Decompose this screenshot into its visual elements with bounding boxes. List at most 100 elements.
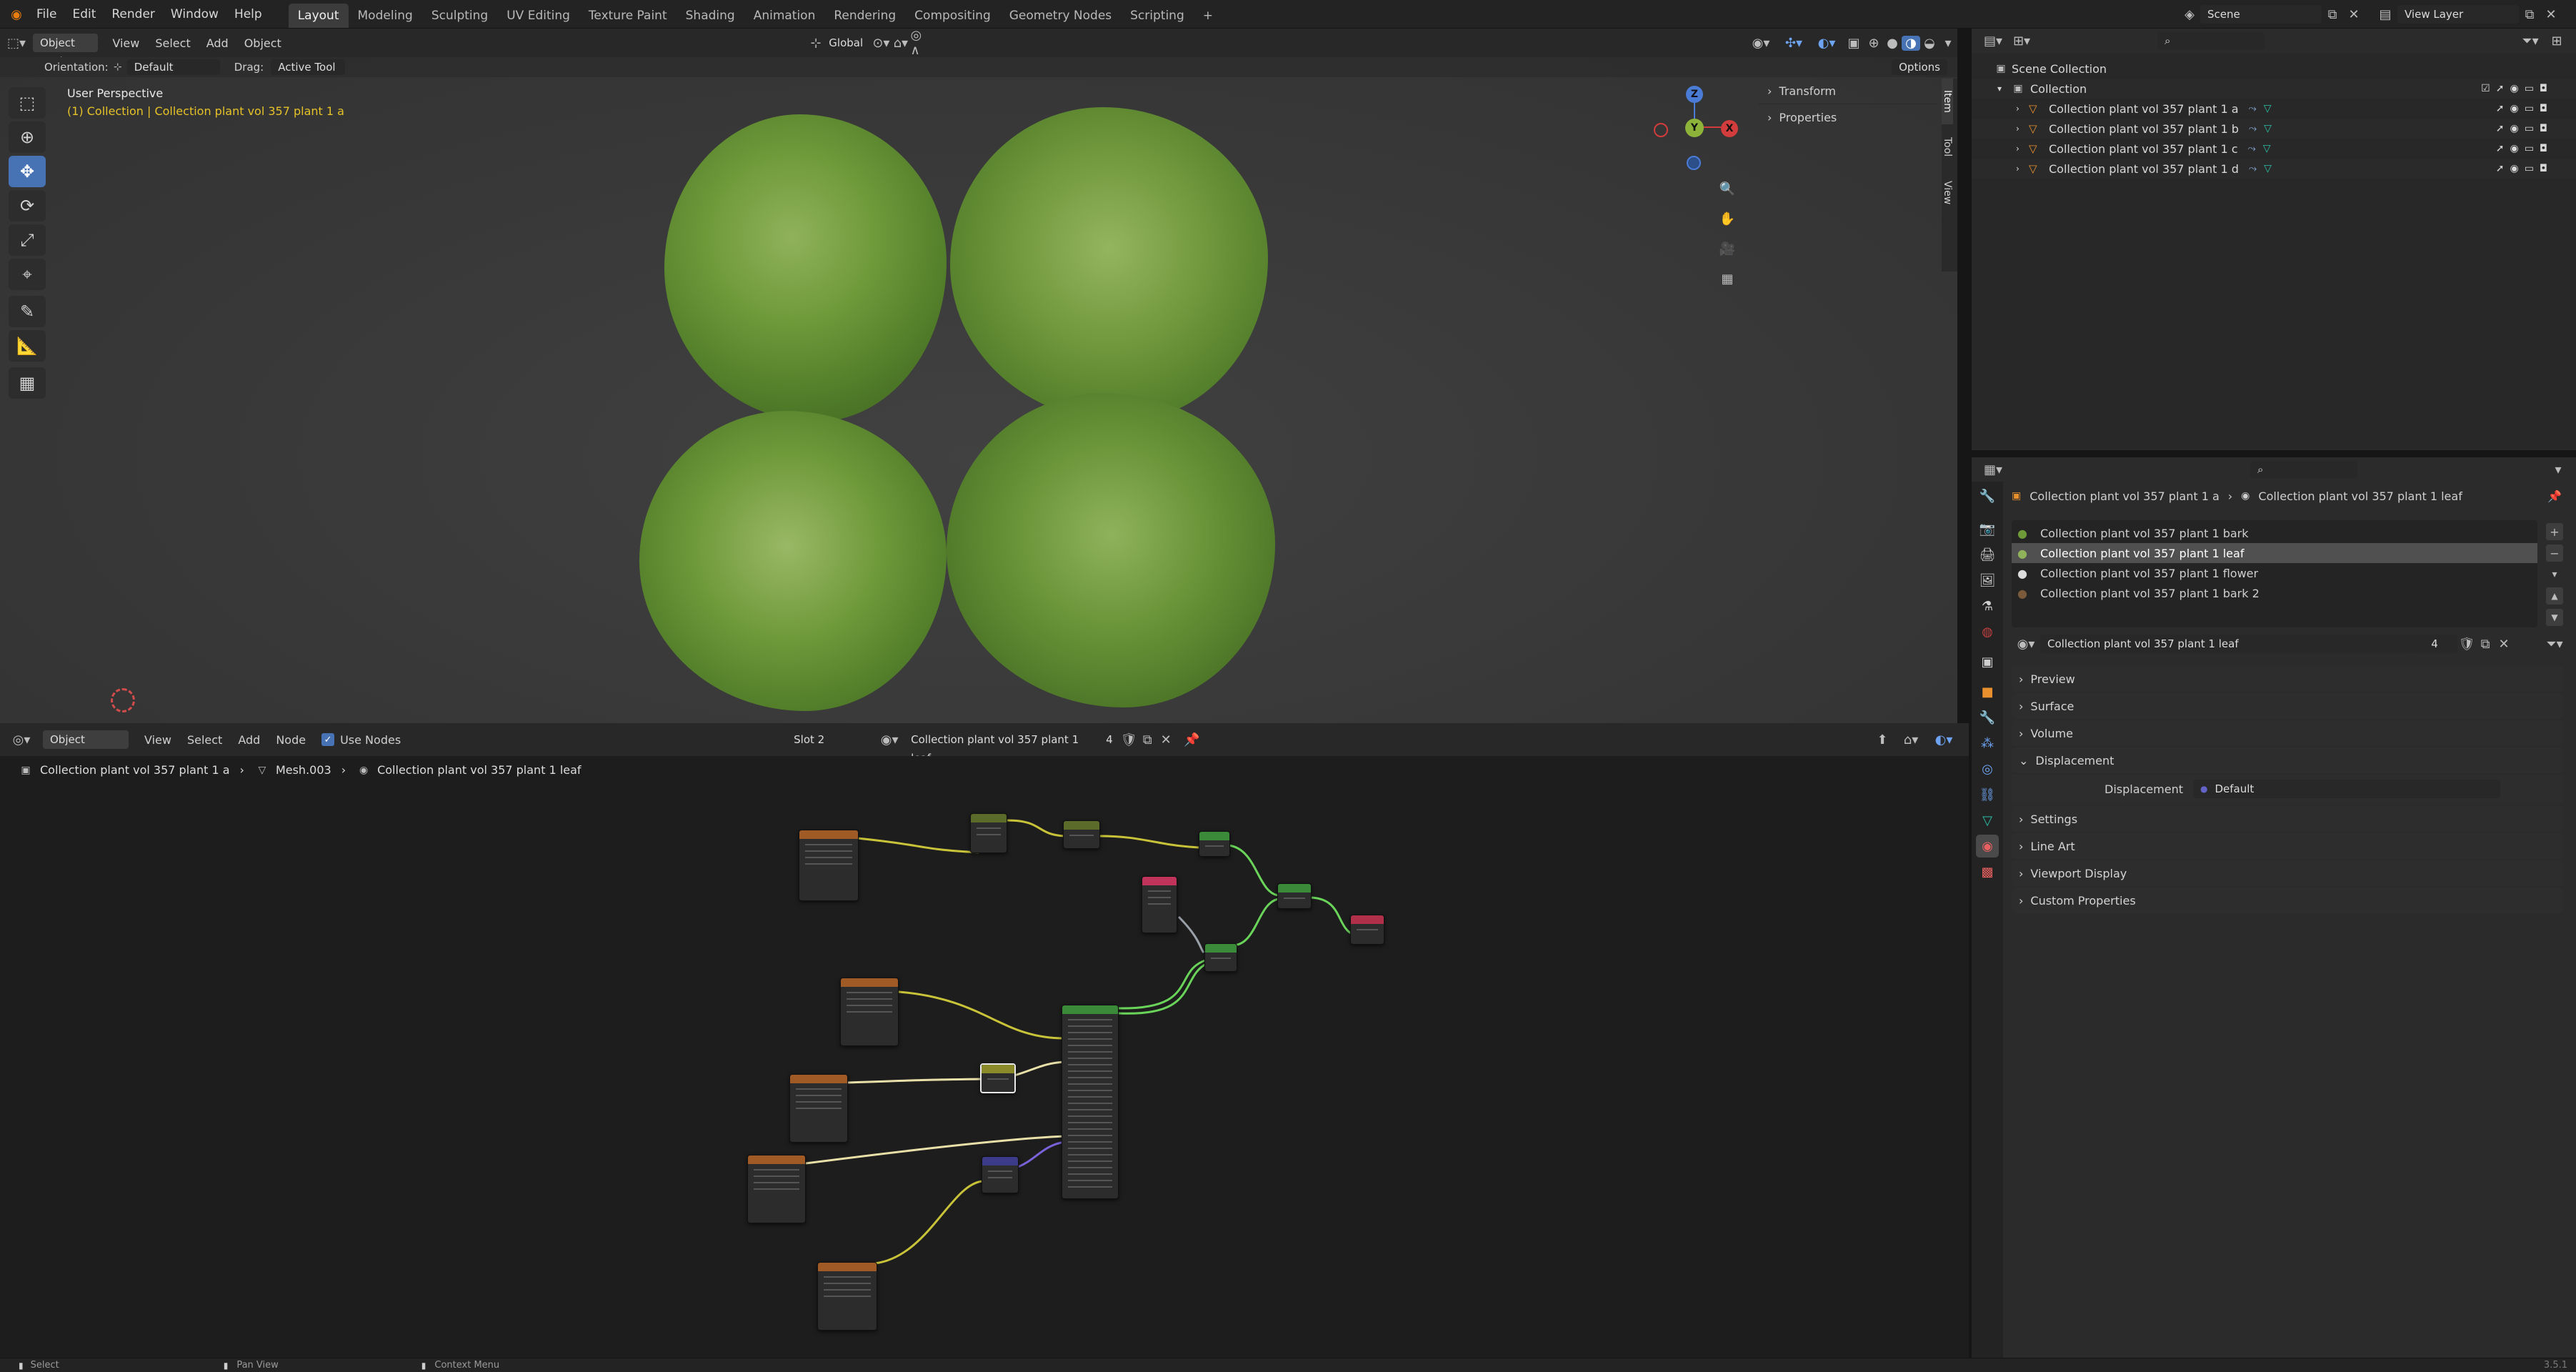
eye-icon[interactable]: ◉	[2510, 163, 2518, 174]
panel-volume[interactable]: › Volume	[2012, 720, 2563, 746]
eye-icon[interactable]: ◉	[2510, 123, 2518, 134]
scale-tool-icon[interactable]: ⤢	[9, 224, 46, 256]
add-slot-icon[interactable]: +	[2546, 523, 2563, 540]
output-tab-icon[interactable]: 🖨	[1976, 543, 1999, 566]
material-slot[interactable]: ● Collection plant vol 357 plant 1 bark …	[2012, 583, 2537, 603]
menu-window[interactable]: Window	[163, 0, 226, 29]
overlay-toggle-icon[interactable]: ◐▾	[1810, 36, 1843, 51]
menu-render[interactable]: Render	[104, 0, 163, 29]
unlink-material-icon[interactable]: ✕	[1157, 732, 1175, 747]
constraints-tab-icon[interactable]: ⛓	[1976, 783, 1999, 806]
camera-view-icon[interactable]: 🎥	[1714, 236, 1740, 262]
image-texture-node[interactable]	[789, 1074, 848, 1143]
new-scene-icon[interactable]: ⧉	[2322, 7, 2343, 22]
camera-icon[interactable]: ◘	[2540, 143, 2547, 154]
pin-icon[interactable]: 📌	[2547, 489, 2562, 503]
new-collection-icon[interactable]: ⊞	[2545, 34, 2569, 49]
gizmo-neg-z[interactable]	[1687, 156, 1701, 170]
tab-layout[interactable]: Layout	[288, 3, 349, 28]
shader-node-editor[interactable]: ▣ Collection plant vol 357 plant 1 a › ▽…	[0, 756, 1969, 1358]
transform-tool-icon[interactable]: ⌖	[9, 259, 46, 290]
remove-slot-icon[interactable]: −	[2546, 545, 2563, 562]
gizmo-z-axis[interactable]: Z	[1686, 86, 1703, 103]
move-slot-down-icon[interactable]: ▼	[2546, 609, 2563, 626]
outliner-item[interactable]: › ▽ Collection plant vol 357 plant 1 d ⤳…	[1972, 159, 2576, 179]
options-chevron-icon[interactable]: ▾	[2547, 462, 2569, 477]
fake-user-icon[interactable]: 🛡	[2457, 637, 2476, 652]
tab-modeling[interactable]: Modeling	[349, 4, 422, 28]
node-overlay-icon[interactable]: ◐▾	[1927, 732, 1960, 747]
eye-icon[interactable]: ◉	[2510, 83, 2518, 94]
gizmo-y-axis[interactable]: Y	[1685, 119, 1704, 137]
translucent-bsdf-node[interactable]	[1204, 943, 1237, 972]
material-slot[interactable]: ● Collection plant vol 357 plant 1 bark	[2012, 523, 2537, 543]
move-slot-up-icon[interactable]: ▲	[2546, 587, 2563, 605]
cursor-tool-icon[interactable]: ⊕	[9, 121, 46, 153]
material-tab-icon[interactable]: ◉	[1976, 835, 1999, 858]
move-tool-icon[interactable]: ✥	[9, 156, 46, 187]
image-texture-node[interactable]	[799, 830, 859, 901]
outliner-collection[interactable]: ▾ ▣ Collection ☑ ➚ ◉ ▭ ◘	[1972, 79, 2576, 99]
chevron-right-icon[interactable]: ›	[2016, 144, 2029, 154]
camera-icon[interactable]: ◘	[2540, 163, 2547, 174]
invert-node[interactable]	[980, 1063, 1016, 1093]
tab-rendering[interactable]: Rendering	[824, 4, 905, 28]
ortho-toggle-icon[interactable]: ▦	[1714, 266, 1740, 292]
tab-uv-editing[interactable]: UV Editing	[497, 4, 579, 28]
new-view-layer-icon[interactable]: ⧉	[2519, 7, 2540, 22]
material-name-field[interactable]: Collection plant vol 357 plant 1 leaf	[904, 730, 1102, 765]
render-tab-icon[interactable]: 📷	[1976, 517, 1999, 540]
collection-tab-icon[interactable]: ▣	[1976, 650, 1999, 673]
snap-icon[interactable]: ⌂▾	[891, 36, 910, 51]
mix-shader-node[interactable]	[1277, 883, 1312, 909]
menu-object[interactable]: Object	[244, 36, 281, 50]
data-tab-icon[interactable]: ▽	[1976, 809, 1999, 832]
tab-scripting[interactable]: Scripting	[1121, 4, 1194, 28]
3d-cursor-icon[interactable]	[111, 688, 135, 712]
material-user-count[interactable]: 4	[2412, 635, 2457, 653]
menu-view[interactable]: View	[112, 36, 139, 50]
view-layer-selector[interactable]: View Layer	[2397, 5, 2519, 24]
rotate-tool-icon[interactable]: ⟳	[9, 190, 46, 222]
duplicate-material-icon[interactable]: ⧉	[2476, 637, 2495, 652]
monitor-icon[interactable]: ▭	[2525, 103, 2534, 114]
navigation-gizmo[interactable]: Z Y X	[1654, 86, 1739, 172]
tab-texture-paint[interactable]: Texture Paint	[579, 4, 677, 28]
rendered-shading-icon[interactable]: ◒	[1920, 36, 1939, 51]
scene-selector[interactable]: Scene	[2200, 5, 2322, 24]
add-cube-tool-icon[interactable]: ▦	[9, 367, 46, 399]
slot-specials-icon[interactable]: ▾	[2546, 566, 2563, 583]
panel-custom-properties[interactable]: › Custom Properties	[2012, 888, 2563, 913]
material-name-input[interactable]: Collection plant vol 357 plant 1 leaf	[2040, 635, 2412, 653]
material-browse-icon[interactable]: ◉▾	[875, 732, 904, 747]
tab-animation[interactable]: Animation	[744, 4, 825, 28]
outliner-item[interactable]: › ▽ Collection plant vol 357 plant 1 b ⤳…	[1972, 119, 2576, 139]
measure-tool-icon[interactable]: 📐	[9, 330, 46, 362]
color-mix-node[interactable]	[1199, 831, 1230, 857]
outliner-item[interactable]: › ▽ Collection plant vol 357 plant 1 c ⤳…	[1972, 139, 2576, 159]
slot-dropdown[interactable]: Slot 2	[787, 730, 866, 749]
monitor-icon[interactable]: ▭	[2525, 163, 2534, 174]
parent-node-icon[interactable]: ⬆	[1870, 732, 1894, 747]
pivot-icon[interactable]: ⊙▾	[872, 36, 891, 51]
tab-compositing[interactable]: Compositing	[905, 4, 1000, 28]
material-slot[interactable]: ● Collection plant vol 357 plant 1 flowe…	[2012, 563, 2537, 583]
material-output-node[interactable]	[1350, 915, 1384, 945]
normal-map-node[interactable]	[982, 1156, 1019, 1193]
sidebar-tab-view[interactable]: View	[1942, 170, 1953, 216]
material-shading-icon[interactable]: ◑	[1901, 35, 1920, 51]
sidebar-panel-properties[interactable]: › Properties	[1759, 104, 1937, 130]
wireframe-shading-icon[interactable]: ⊕	[1864, 36, 1883, 51]
selectable-icon[interactable]: ➚	[2496, 163, 2505, 174]
node-tree-icon[interactable]: ⏷▾	[2540, 637, 2569, 652]
camera-icon[interactable]: ◘	[2540, 123, 2547, 134]
shading-options-icon[interactable]: ▾	[1939, 36, 1957, 51]
node-menu-view[interactable]: View	[144, 733, 171, 747]
selectable-icon[interactable]: ➚	[2496, 103, 2505, 114]
selectable-icon[interactable]: ➚	[2496, 143, 2505, 154]
duplicate-material-icon[interactable]: ⧉	[1138, 732, 1157, 747]
unlink-material-icon[interactable]: ✕	[2495, 637, 2513, 652]
delete-view-layer-icon[interactable]: ✕	[2540, 7, 2562, 22]
principled-bsdf-node[interactable]	[1062, 1005, 1119, 1199]
eye-icon[interactable]: ◉	[2510, 103, 2518, 114]
